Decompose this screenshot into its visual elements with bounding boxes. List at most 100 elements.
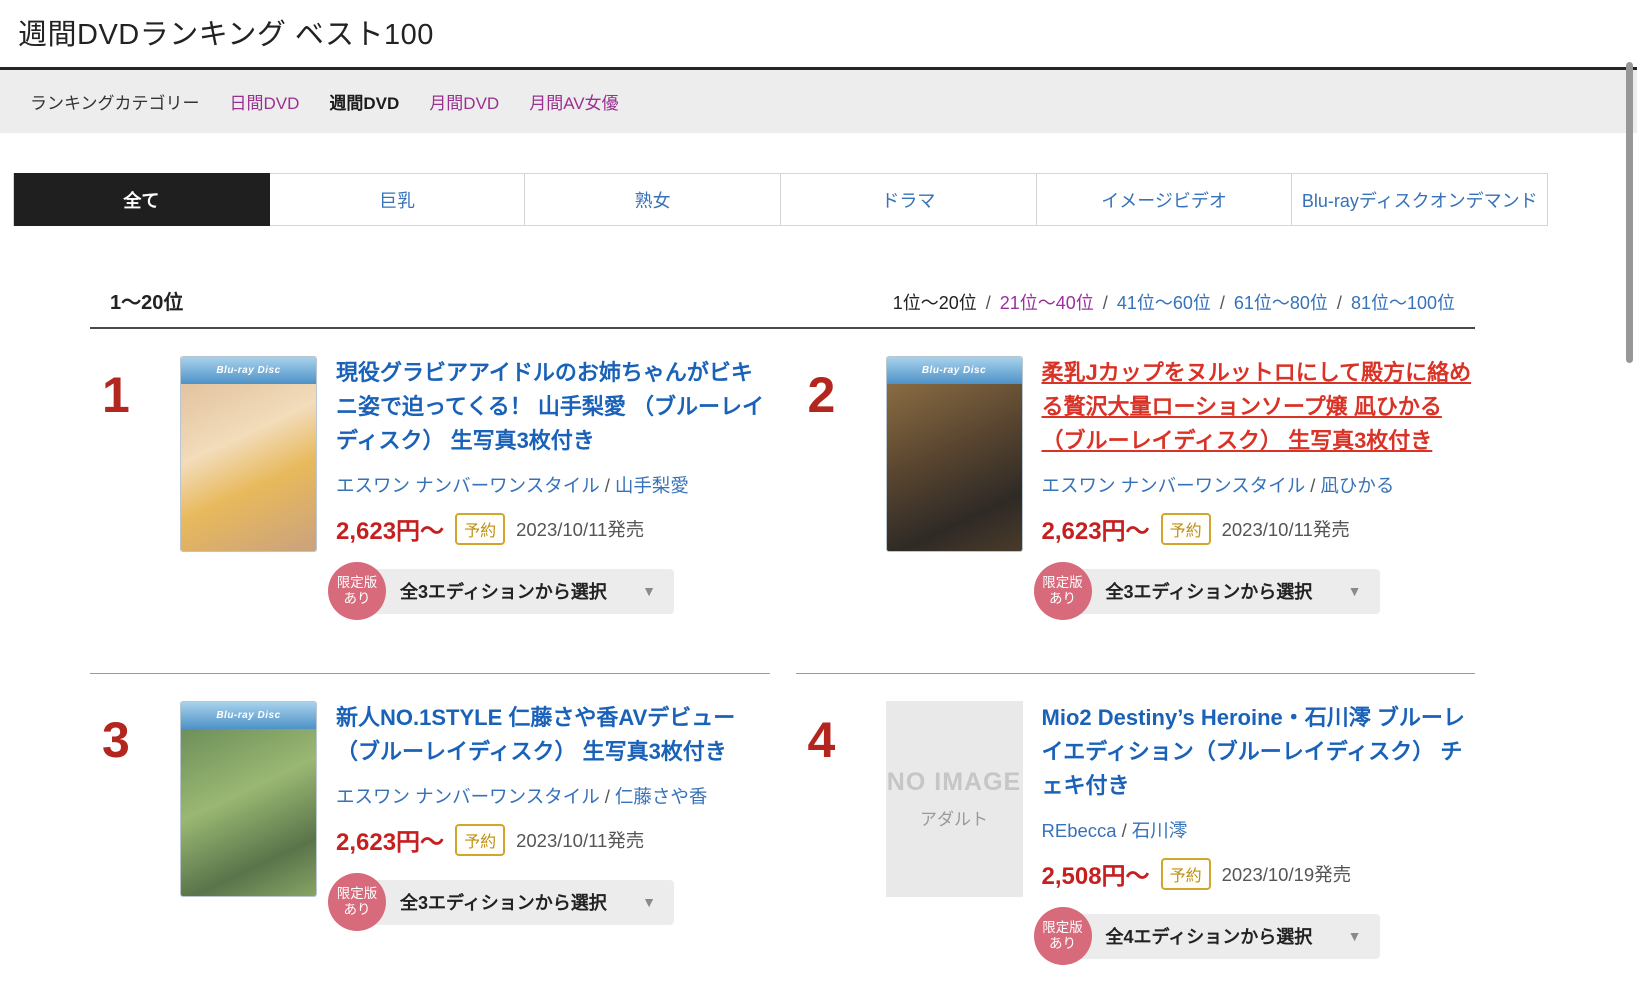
maker-link[interactable]: エスワン ナンバーワンスタイル — [336, 475, 600, 496]
maker-separator: / — [1121, 820, 1127, 841]
edition-select-label: 全3エディションから選択 — [1105, 582, 1313, 602]
category-link-daily-dvd[interactable]: 日間DVD — [230, 89, 300, 114]
limited-badge-line1: 限定版 — [1042, 575, 1083, 590]
range-separator: / — [1336, 293, 1342, 313]
edition-select-label: 全3エディションから選択 — [400, 582, 607, 602]
product-title-link[interactable]: 柔乳Jカップをヌルットロにして殿方に絡める贅沢大量ローションソープ嬢 凪ひかる … — [1042, 356, 1474, 458]
limited-badge-line2: あり — [1049, 591, 1076, 606]
product-cover-image[interactable]: Blu-ray Disc — [885, 356, 1023, 552]
range-link-81-100[interactable]: 81位〜100位 — [1351, 293, 1455, 313]
range-link-41-60[interactable]: 41位〜60位 — [1117, 293, 1211, 313]
maker-link[interactable]: REbecca — [1042, 820, 1117, 841]
bluray-case-top-bar: Blu-ray Disc — [181, 702, 316, 729]
bluray-case-top-bar: Blu-ray Disc — [886, 357, 1022, 384]
preorder-badge: 予約 — [455, 512, 506, 545]
maker-separator: / — [1310, 475, 1316, 496]
limited-edition-badge: 限定版 あり — [1033, 907, 1092, 965]
rank-number: 4 — [807, 712, 836, 768]
price: 2,623円〜 — [336, 518, 445, 545]
limited-badge-line2: あり — [1049, 936, 1076, 951]
edition-select-dropdown[interactable]: 全4エディションから選択 ▼ — [1063, 913, 1380, 959]
product-title-link[interactable]: Mio2 Destiny’s Heroine・石川澪 ブルーレイエディション（ブ… — [1042, 701, 1474, 803]
performer-link[interactable]: 石川澪 — [1132, 820, 1188, 841]
edition-select-dropdown[interactable]: 全3エディションから選択 ▼ — [358, 879, 674, 925]
dropdown-arrow-icon: ▼ — [1347, 583, 1362, 599]
bluray-logo-icon: Blu-ray Disc — [216, 365, 281, 376]
price: 2,623円〜 — [336, 829, 445, 856]
ranking-item-4: 4 NO IMAGE アダルト Mio2 Destiny’s Heroine・石… — [796, 674, 1476, 1001]
preorder-badge: 予約 — [1160, 857, 1211, 890]
price: 2,508円〜 — [1041, 863, 1150, 890]
price: 2,623円〜 — [1041, 518, 1150, 545]
vertical-scrollbar-thumb[interactable] — [1626, 62, 1633, 363]
limited-badge-line1: 限定版 — [1042, 920, 1083, 935]
tab-drama[interactable]: ドラマ — [781, 173, 1037, 226]
release-date: 2023/10/19発売 — [1221, 863, 1352, 885]
product-title-link[interactable]: 現役グラビアアイドルのお姉ちゃんがビキニ姿で迫ってくる！ 山手梨愛 （ブルーレイ… — [336, 356, 768, 458]
release-date: 2023/10/11発売 — [516, 829, 645, 851]
bluray-logo-icon: Blu-ray Disc — [216, 710, 281, 721]
tab-kyonyu[interactable]: 巨乳 — [269, 173, 526, 226]
tab-jukujo[interactable]: 熟女 — [525, 173, 782, 226]
no-image-text: NO IMAGE — [886, 768, 1022, 796]
preorder-badge: 予約 — [1160, 512, 1211, 545]
performer-link[interactable]: 仁藤さや香 — [615, 786, 708, 807]
maker-separator: / — [604, 475, 610, 496]
maker-link[interactable]: エスワン ナンバーワンスタイル — [336, 786, 600, 807]
edition-select-label: 全3エディションから選択 — [400, 893, 607, 913]
rank-number: 1 — [102, 367, 130, 423]
ranking-grid: 1 Blu-ray Disc 現役グラビアアイドルのお姉ちゃんがビキニ姿で迫って… — [90, 329, 1475, 1001]
category-link-monthly-av-actress[interactable]: 月間AV女優 — [529, 89, 618, 114]
range-separator: / — [1102, 293, 1108, 313]
edition-select-label: 全4エディションから選択 — [1105, 927, 1313, 947]
bluray-case-top-bar: Blu-ray Disc — [181, 357, 316, 384]
release-date: 2023/10/11発売 — [516, 518, 645, 540]
ranking-item-2: 2 Blu-ray Disc 柔乳Jカップをヌルットロにして殿方に絡める贅沢大量… — [795, 329, 1475, 674]
product-cover-image[interactable]: Blu-ray Disc — [180, 701, 317, 897]
range-separator: / — [985, 293, 991, 313]
bluray-logo-icon: Blu-ray Disc — [921, 365, 987, 376]
limited-badge-line2: あり — [343, 902, 371, 917]
limited-edition-badge: 限定版 あり — [328, 873, 386, 931]
limited-badge-line1: 限定版 — [336, 575, 378, 590]
range-link-61-80[interactable]: 61位〜80位 — [1234, 293, 1328, 313]
cover-artwork — [886, 384, 1022, 551]
performer-link[interactable]: 凪ひかる — [1320, 475, 1394, 496]
preorder-badge: 予約 — [455, 823, 506, 856]
page-title: 週間DVDランキング ベスト100 — [18, 19, 434, 51]
cover-artwork — [181, 729, 316, 896]
release-date: 2023/10/11発売 — [1221, 518, 1350, 540]
edition-select-dropdown[interactable]: 全3エディションから選択 ▼ — [1063, 568, 1380, 614]
category-link-monthly-dvd[interactable]: 月間DVD — [429, 89, 499, 114]
ranking-category-label: ランキングカテゴリー — [30, 94, 200, 113]
range-separator: / — [1219, 293, 1225, 313]
limited-edition-badge: 限定版 あり — [328, 562, 386, 620]
range-link-21-40[interactable]: 21位〜40位 — [1000, 293, 1094, 313]
tab-all[interactable]: 全て — [14, 173, 270, 226]
product-title-link[interactable]: 新人NO.1STYLE 仁藤さや香AVデビュー （ブルーレイディスク） 生写真3… — [336, 701, 768, 769]
genre-tab-bar: 全て 巨乳 熟女 ドラマ イメージビデオ Blu-rayディスクオンデマンド — [13, 173, 1549, 226]
product-cover-image[interactable]: Blu-ray Disc — [180, 356, 317, 552]
limited-edition-badge: 限定版 あり — [1033, 562, 1092, 620]
rank-number: 2 — [807, 367, 836, 423]
dropdown-arrow-icon: ▼ — [1347, 928, 1362, 944]
no-image-placeholder[interactable]: NO IMAGE アダルト — [885, 701, 1023, 897]
tab-bluray-on-demand[interactable]: Blu-rayディスクオンデマンド — [1292, 173, 1549, 226]
dropdown-arrow-icon: ▼ — [642, 894, 656, 910]
category-current-weekly-dvd: 週間DVD — [329, 94, 400, 113]
range-link-1-20: 1位〜20位 — [892, 293, 977, 313]
rank-range-nav: 1〜20位 1位〜20位 / 21位〜40位 / 41位〜60位 / 61位〜80位 / 81位… — [90, 226, 1475, 329]
ranking-item-3: 3 Blu-ray Disc 新人NO.1STYLE 仁藤さや香AVデビュー （… — [90, 674, 770, 1001]
maker-link[interactable]: エスワン ナンバーワンスタイル — [1042, 475, 1306, 496]
edition-select-dropdown[interactable]: 全3エディションから選択 ▼ — [358, 568, 674, 614]
cover-artwork — [181, 384, 316, 551]
rank-range-heading: 1〜20位 — [110, 292, 184, 314]
tab-image-video[interactable]: イメージビデオ — [1036, 173, 1293, 226]
limited-badge-line2: あり — [343, 591, 371, 606]
ranking-category-bar: ランキングカテゴリー 日間DVD 週間DVD 月間DVD 月間AV女優 — [0, 67, 1637, 133]
ranking-item-1: 1 Blu-ray Disc 現役グラビアアイドルのお姉ちゃんがビキニ姿で迫って… — [90, 329, 770, 674]
limited-badge-line1: 限定版 — [336, 886, 378, 901]
performer-link[interactable]: 山手梨愛 — [615, 475, 689, 496]
no-image-adult-label: アダルト — [920, 810, 988, 829]
dropdown-arrow-icon: ▼ — [642, 583, 656, 599]
